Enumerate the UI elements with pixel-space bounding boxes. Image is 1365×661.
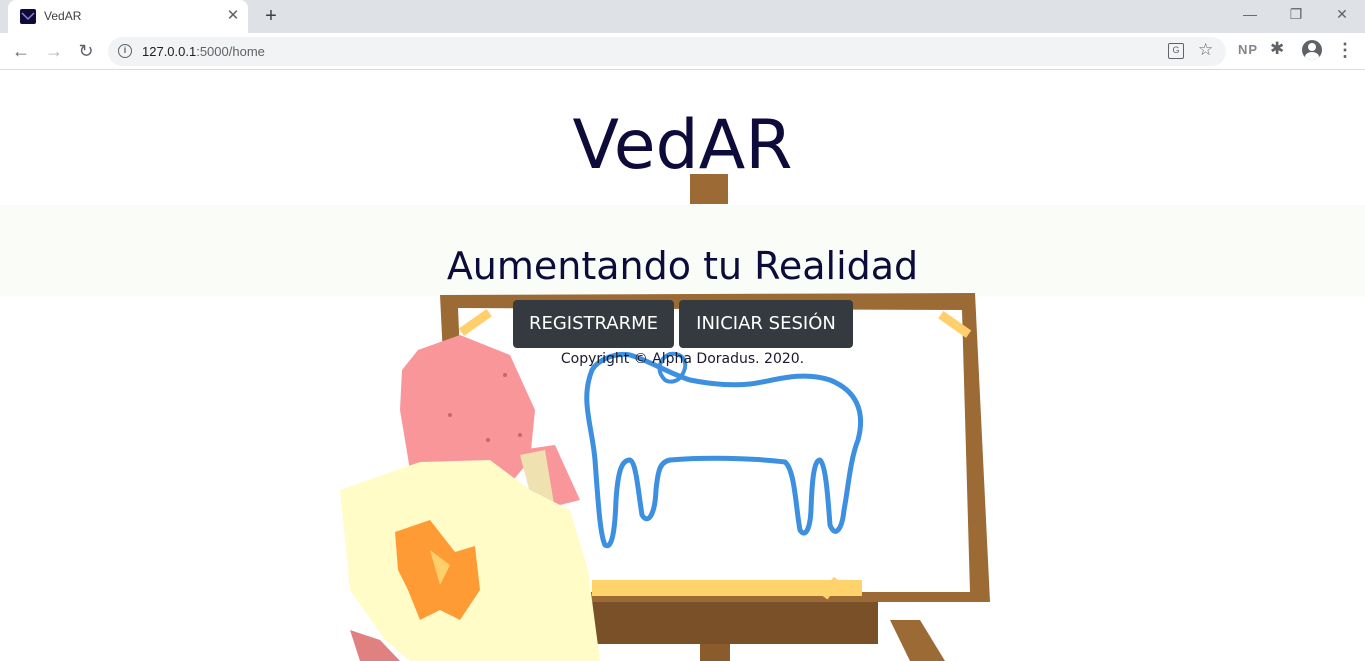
tab-title: VedAR <box>44 9 82 23</box>
url-path: :5000/home <box>196 44 265 59</box>
window-minimize-icon[interactable]: — <box>1227 0 1273 30</box>
register-button[interactable]: REGISTRARME <box>513 300 674 348</box>
new-tab-icon[interactable]: + <box>260 5 282 27</box>
window-close-icon[interactable]: ✕ <box>1319 0 1365 30</box>
profile-avatar-icon[interactable] <box>1302 40 1322 60</box>
back-arrow-icon[interactable]: ← <box>7 37 35 65</box>
extensions-puzzle-icon[interactable]: ✱ <box>1270 39 1284 59</box>
reload-icon[interactable]: ↻ <box>72 37 100 65</box>
translate-icon[interactable]: G <box>1168 43 1184 59</box>
browser-toolbar: ← → ↻ i 127.0.0.1:5000/home G ☆ NP ✱ ⋮ <box>0 33 1365 70</box>
copyright-text: Copyright © Alpha Doradus. 2020. <box>560 351 805 367</box>
site-favicon-icon <box>20 9 36 24</box>
page-tagline: Aumentando tu Realidad <box>446 244 919 288</box>
extension-np-icon[interactable]: NP <box>1238 42 1258 57</box>
address-bar[interactable]: i 127.0.0.1:5000/home G ☆ <box>108 37 1226 66</box>
tab-close-icon[interactable]: ✕ <box>224 7 242 25</box>
bookmark-star-icon[interactable]: ☆ <box>1198 40 1213 60</box>
forward-arrow-icon[interactable]: → <box>40 37 68 65</box>
browser-menu-icon[interactable]: ⋮ <box>1336 40 1354 60</box>
page-viewport: VedAR Aumentando tu Realidad REGISTRARME… <box>0 70 1365 661</box>
page-title: VedAR <box>572 106 793 185</box>
url-host: 127.0.0.1 <box>142 44 197 59</box>
url-text[interactable]: 127.0.0.1:5000/home <box>142 44 265 59</box>
browser-tab[interactable]: VedAR ✕ <box>8 0 248 33</box>
browser-tabstrip: VedAR ✕ + — ❐ ✕ <box>0 0 1365 33</box>
login-button[interactable]: INICIAR SESIÓN <box>679 300 853 348</box>
window-restore-icon[interactable]: ❐ <box>1273 0 1319 30</box>
site-info-icon[interactable]: i <box>118 44 132 58</box>
